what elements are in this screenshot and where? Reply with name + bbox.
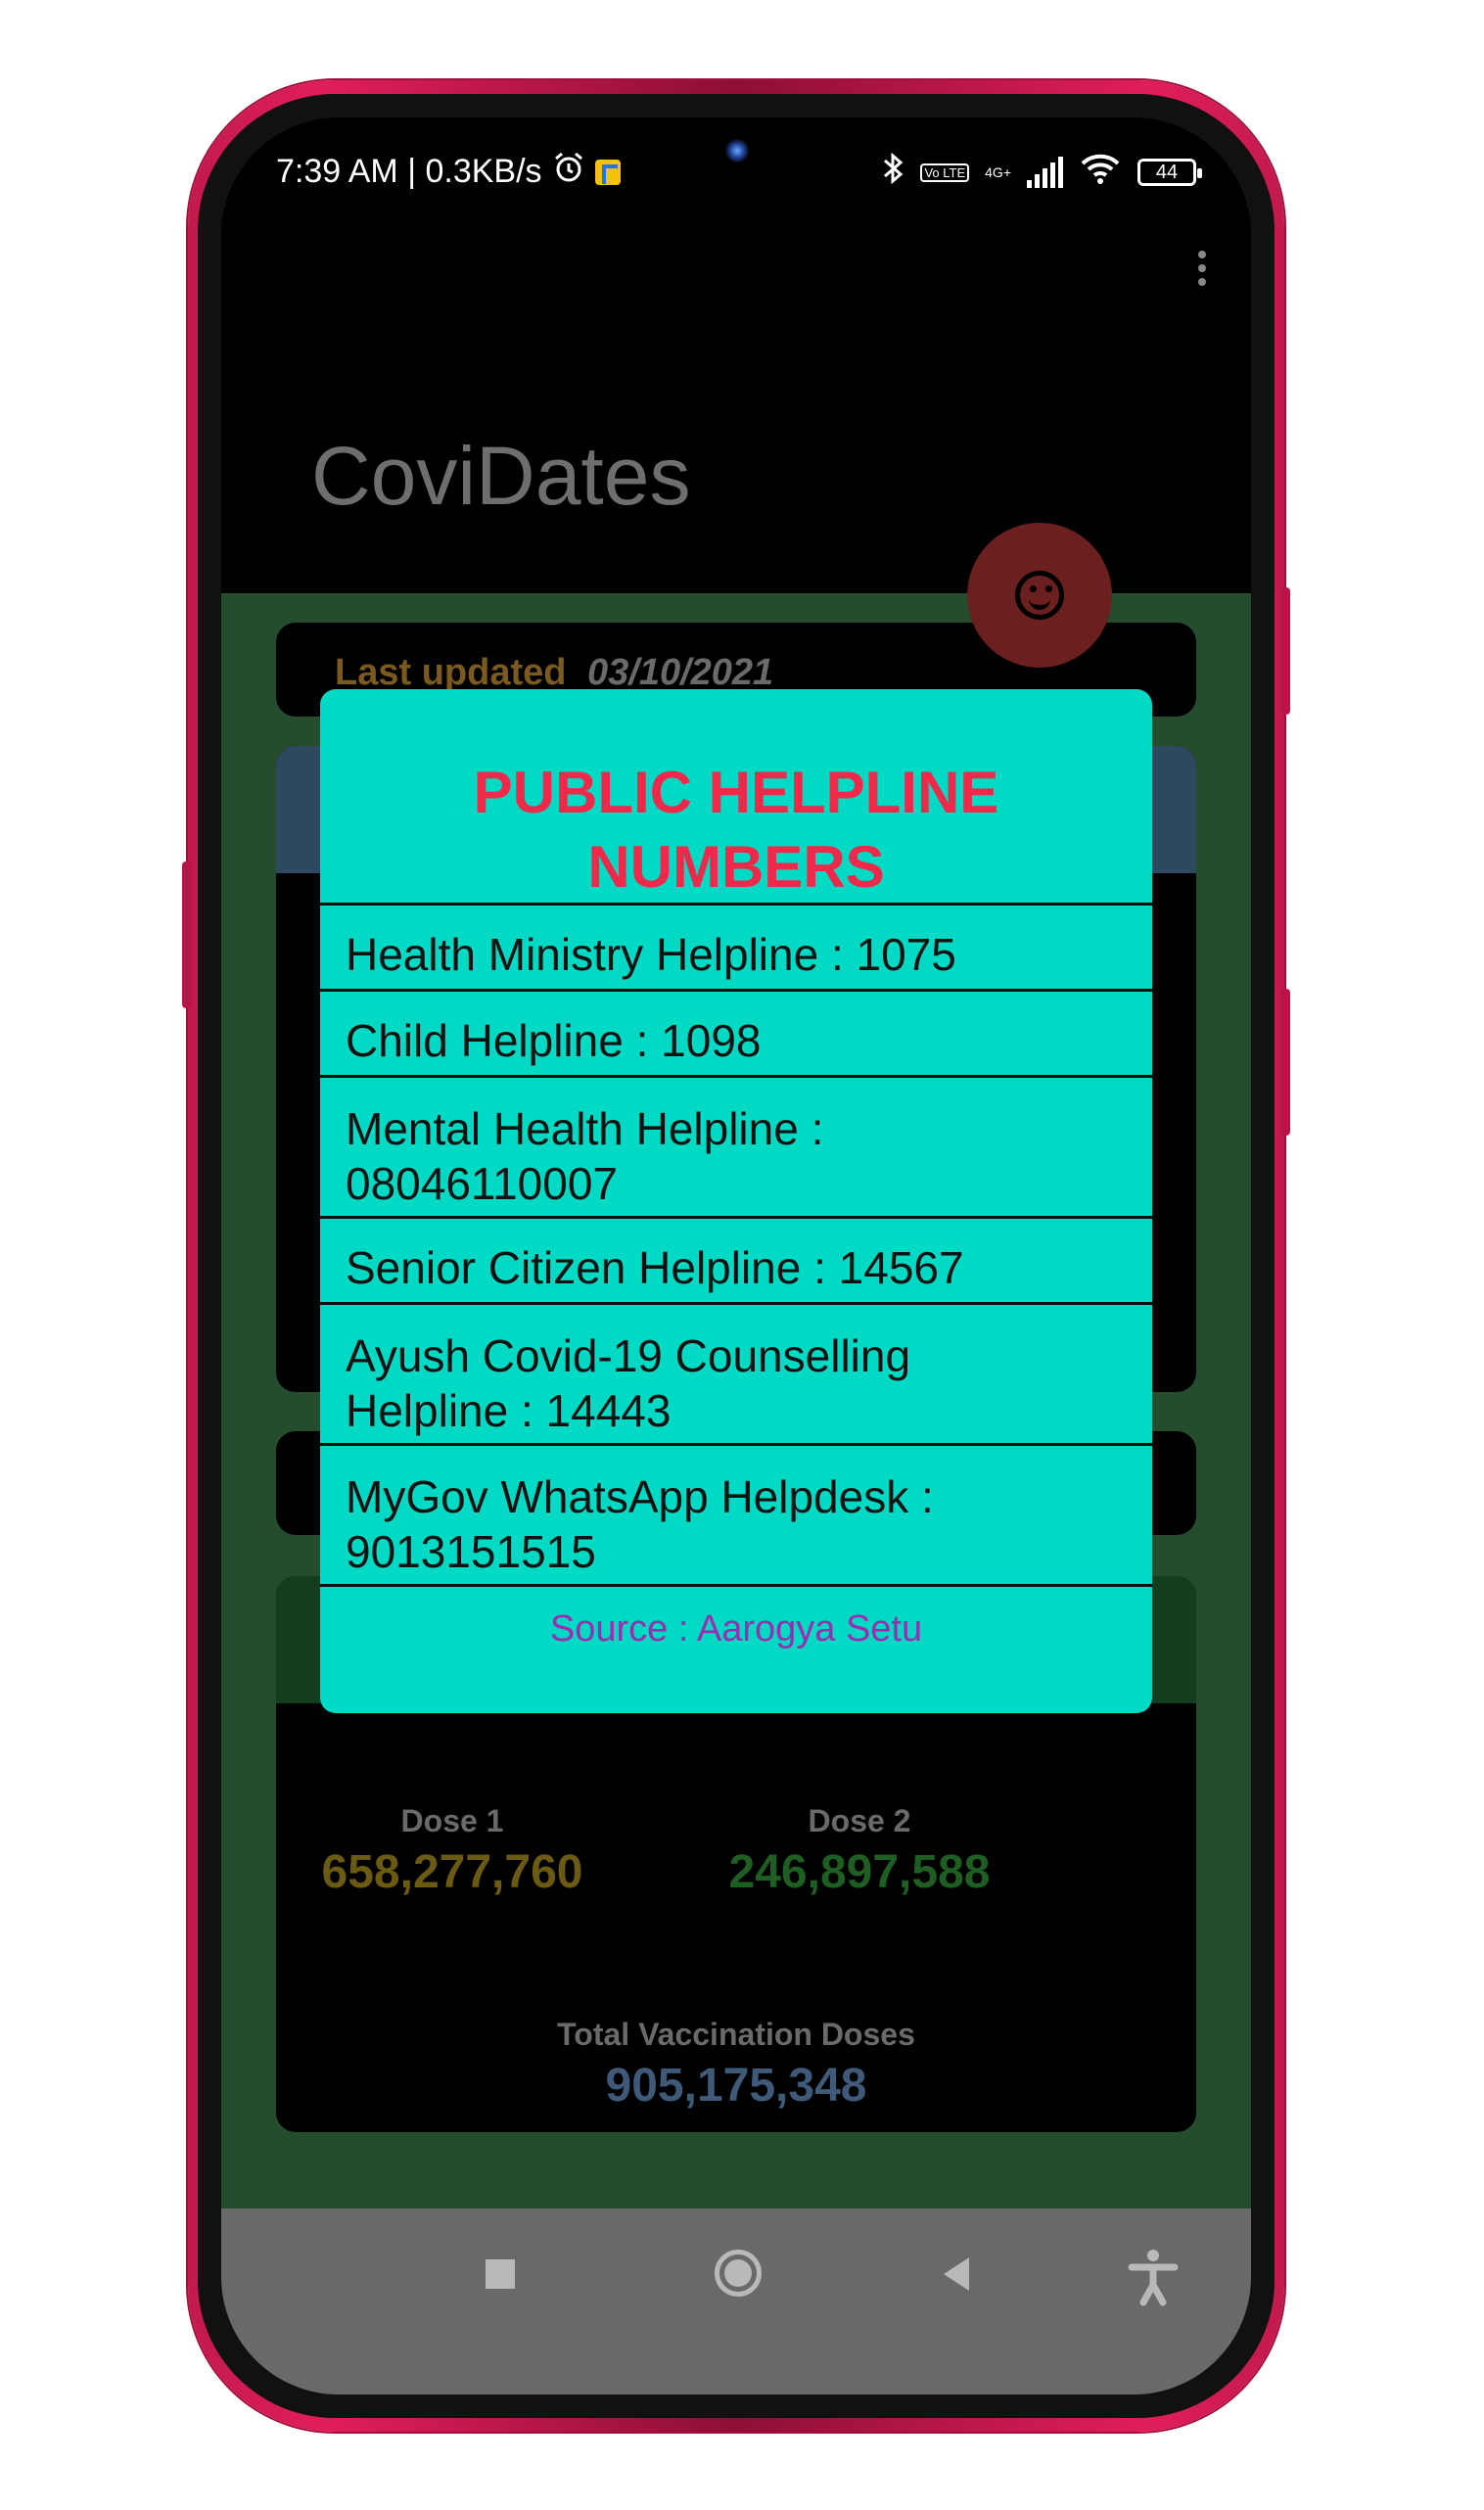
- helpline-row-child[interactable]: Child Helpline : 1098: [320, 989, 1152, 1075]
- front-camera: [725, 139, 749, 163]
- alarm-icon: [552, 151, 585, 193]
- flipkart-icon: [594, 159, 621, 185]
- bluetooth-icon: [881, 151, 904, 194]
- helpline-text: Ayush Covid-19 Counselling: [346, 1330, 911, 1381]
- dialog-title-line1: PUBLIC HELPLINE: [473, 760, 999, 825]
- dose2-label: Dose 2: [808, 1803, 911, 1838]
- last-updated-date: 03/10/2021: [587, 652, 774, 693]
- recents-button[interactable]: [486, 2259, 515, 2289]
- smiley-fab-button[interactable]: [967, 523, 1112, 668]
- helpline-row-health-ministry[interactable]: Health Ministry Helpline : 1075: [320, 903, 1152, 989]
- helpline-text: Mental Health Helpline :: [346, 1103, 824, 1154]
- phone-screen: 7:39 AM | 0.3KB/s Vo LTE 4G+ 44 CoviDate…: [221, 117, 1251, 2394]
- signal-icon: [1027, 157, 1063, 188]
- helpline-text: Senior Citizen Helpline : 14567: [346, 1242, 964, 1293]
- helpline-dialog: PUBLIC HELPLINE NUMBERS Health Ministry …: [320, 689, 1152, 1713]
- power-button: [1280, 587, 1290, 715]
- status-left: 7:39 AM | 0.3KB/s: [276, 151, 621, 193]
- home-button[interactable]: [715, 2250, 762, 2297]
- back-button[interactable]: [944, 2257, 969, 2291]
- helpline-row-mygov-whatsapp[interactable]: MyGov WhatsApp Helpdesk : 9013151515: [320, 1443, 1152, 1584]
- navigation-bar: [221, 2208, 1251, 2394]
- helpline-row-mental-health[interactable]: Mental Health Helpline : 08046110007: [320, 1075, 1152, 1216]
- last-updated-label: Last updated: [335, 652, 567, 693]
- status-time-speed: 7:39 AM | 0.3KB/s: [276, 153, 542, 190]
- helpline-number: 08046110007: [346, 1158, 618, 1209]
- helpline-number: Helpline : 14443: [346, 1385, 672, 1436]
- total-label: Total Vaccination Doses: [557, 2017, 915, 2052]
- dose2-value: 246,897,588: [728, 1846, 991, 1898]
- dose2-block: Dose 2 246,897,588: [654, 1803, 1065, 1899]
- volume-button: [182, 861, 192, 1008]
- dialog-title: PUBLIC HELPLINE NUMBERS: [320, 756, 1152, 905]
- total-value: 905,175,348: [605, 2060, 867, 2112]
- helpline-row-ayush[interactable]: Ayush Covid-19 Counselling Helpline : 14…: [320, 1302, 1152, 1443]
- dose1-label: Dose 1: [400, 1803, 504, 1838]
- status-right: Vo LTE 4G+ 44: [881, 151, 1202, 194]
- source-text: Source : Aarogya Setu: [320, 1584, 1152, 1711]
- overflow-menu-icon[interactable]: [1192, 245, 1212, 303]
- battery-icon: 44: [1137, 159, 1202, 186]
- battery-level: 44: [1155, 161, 1179, 183]
- helpline-text: MyGov WhatsApp Helpdesk :: [346, 1471, 934, 1522]
- accessibility-icon[interactable]: [1126, 2248, 1181, 2306]
- helpline-row-senior-citizen[interactable]: Senior Citizen Helpline : 14567: [320, 1216, 1152, 1302]
- helpline-list: Health Ministry Helpline : 1075 Child He…: [320, 903, 1152, 1711]
- side-button: [1280, 989, 1290, 1136]
- helpline-number: 9013151515: [346, 1526, 596, 1577]
- dose1-value: 658,277,760: [321, 1846, 583, 1898]
- app-title: CoviDates: [311, 430, 691, 522]
- volte-badge: Vo LTE: [920, 163, 970, 182]
- smiley-icon: [1015, 571, 1064, 620]
- network-type: 4G+: [985, 164, 1011, 180]
- wifi-icon: [1079, 152, 1122, 193]
- total-block: Total Vaccination Doses 905,175,348: [531, 2017, 942, 2113]
- helpline-text: Child Helpline : 1098: [346, 1015, 762, 1066]
- dose1-block: Dose 1 658,277,760: [276, 1803, 658, 1899]
- dialog-title-line2: NUMBERS: [587, 834, 885, 900]
- helpline-text: Health Ministry Helpline : 1075: [346, 929, 956, 980]
